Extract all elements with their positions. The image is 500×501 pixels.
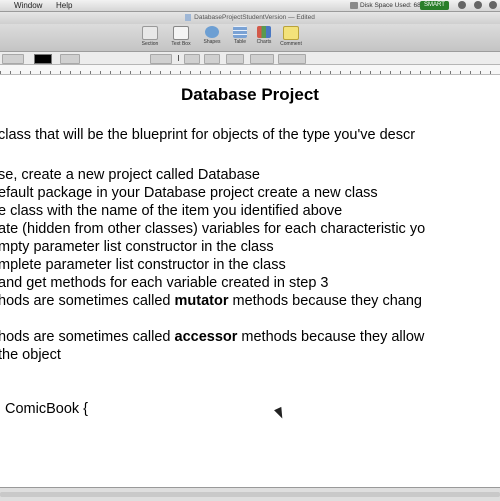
accessor-keyword: accessor (174, 329, 238, 345)
document-title: Database Project (181, 85, 319, 104)
mutator-keyword: mutator (174, 293, 229, 309)
indent-control[interactable] (204, 54, 220, 64)
accessor-line: hods are sometimes called accessor metho… (0, 329, 425, 345)
text-box-icon (173, 26, 189, 40)
format-bar (0, 52, 500, 65)
charts-icon (257, 26, 271, 38)
step-line-6: mplete parameter list constructor in the… (0, 257, 286, 273)
paragraph-style-dropdown[interactable] (2, 54, 24, 64)
shapes-label: Shapes (203, 39, 221, 45)
spacing-control[interactable] (250, 54, 274, 64)
charts-label: Charts (256, 39, 272, 45)
clock-icon[interactable] (474, 1, 482, 9)
ruler[interactable] (0, 65, 500, 75)
window-title-bar[interactable]: DatabaseProjectStudentVersion — Edited (0, 12, 500, 24)
step-line-2: efault package in your Database project … (0, 185, 378, 201)
comment-icon (283, 26, 299, 40)
step-line-3: e class with the name of the item you id… (0, 203, 343, 219)
columns-control[interactable] (226, 54, 244, 64)
smart-badge[interactable]: SMART (420, 1, 449, 10)
bottom-bar (0, 487, 500, 501)
section-label: Section (141, 41, 159, 47)
charts-button[interactable]: Charts (250, 26, 278, 50)
table-icon (233, 26, 247, 38)
code-line: ComicBook { (5, 401, 89, 417)
window-title: DatabaseProjectStudentVersion — Edited (194, 14, 315, 21)
menu-help[interactable]: Help (56, 0, 72, 11)
disk-space-status: Disk Space Used: 68% (360, 2, 427, 9)
document-icon (185, 13, 192, 21)
font-size-control[interactable] (278, 54, 306, 64)
document-canvas[interactable]: Database Project class that will be the … (0, 75, 500, 487)
shapes-button[interactable]: Shapes (198, 26, 226, 50)
text-box-label: Text Box (171, 41, 191, 47)
step-line-4: ate (hidden from other classes) variable… (0, 221, 426, 237)
disk-icon (350, 2, 358, 9)
step-line-5: mpty parameter list constructor in the c… (0, 239, 274, 255)
mouse-cursor-icon (274, 406, 286, 421)
mutator-line: hods are sometimes called mutator method… (0, 293, 422, 309)
list-style-control[interactable] (184, 54, 200, 64)
comment-button[interactable]: Comment (277, 26, 305, 50)
menu-window[interactable]: Window (14, 0, 42, 11)
divider (178, 55, 179, 61)
accessor-continuation: the object (0, 347, 61, 363)
step-line-7: and get methods for each variable create… (0, 275, 329, 291)
section-button[interactable]: Section (136, 26, 164, 50)
line-style-dropdown[interactable] (60, 54, 80, 64)
comment-label: Comment (280, 41, 302, 47)
step-line-1: se, create a new project called Database (0, 167, 260, 183)
shapes-icon (205, 26, 219, 38)
text-align-control[interactable] (150, 54, 172, 64)
volume-icon[interactable] (458, 1, 466, 9)
section-icon (142, 26, 158, 40)
line-color-swatch[interactable] (34, 54, 52, 64)
text-box-button[interactable]: Text Box (167, 26, 195, 50)
toolbar: Section Text Box Shapes Table Charts Com… (0, 24, 500, 52)
menu-bar: Window Help Disk Space Used: 68% SMART (0, 0, 500, 12)
intro-line: class that will be the blueprint for obj… (0, 127, 416, 143)
spotlight-icon[interactable] (489, 1, 497, 9)
horizontal-scrollbar[interactable] (0, 492, 500, 497)
